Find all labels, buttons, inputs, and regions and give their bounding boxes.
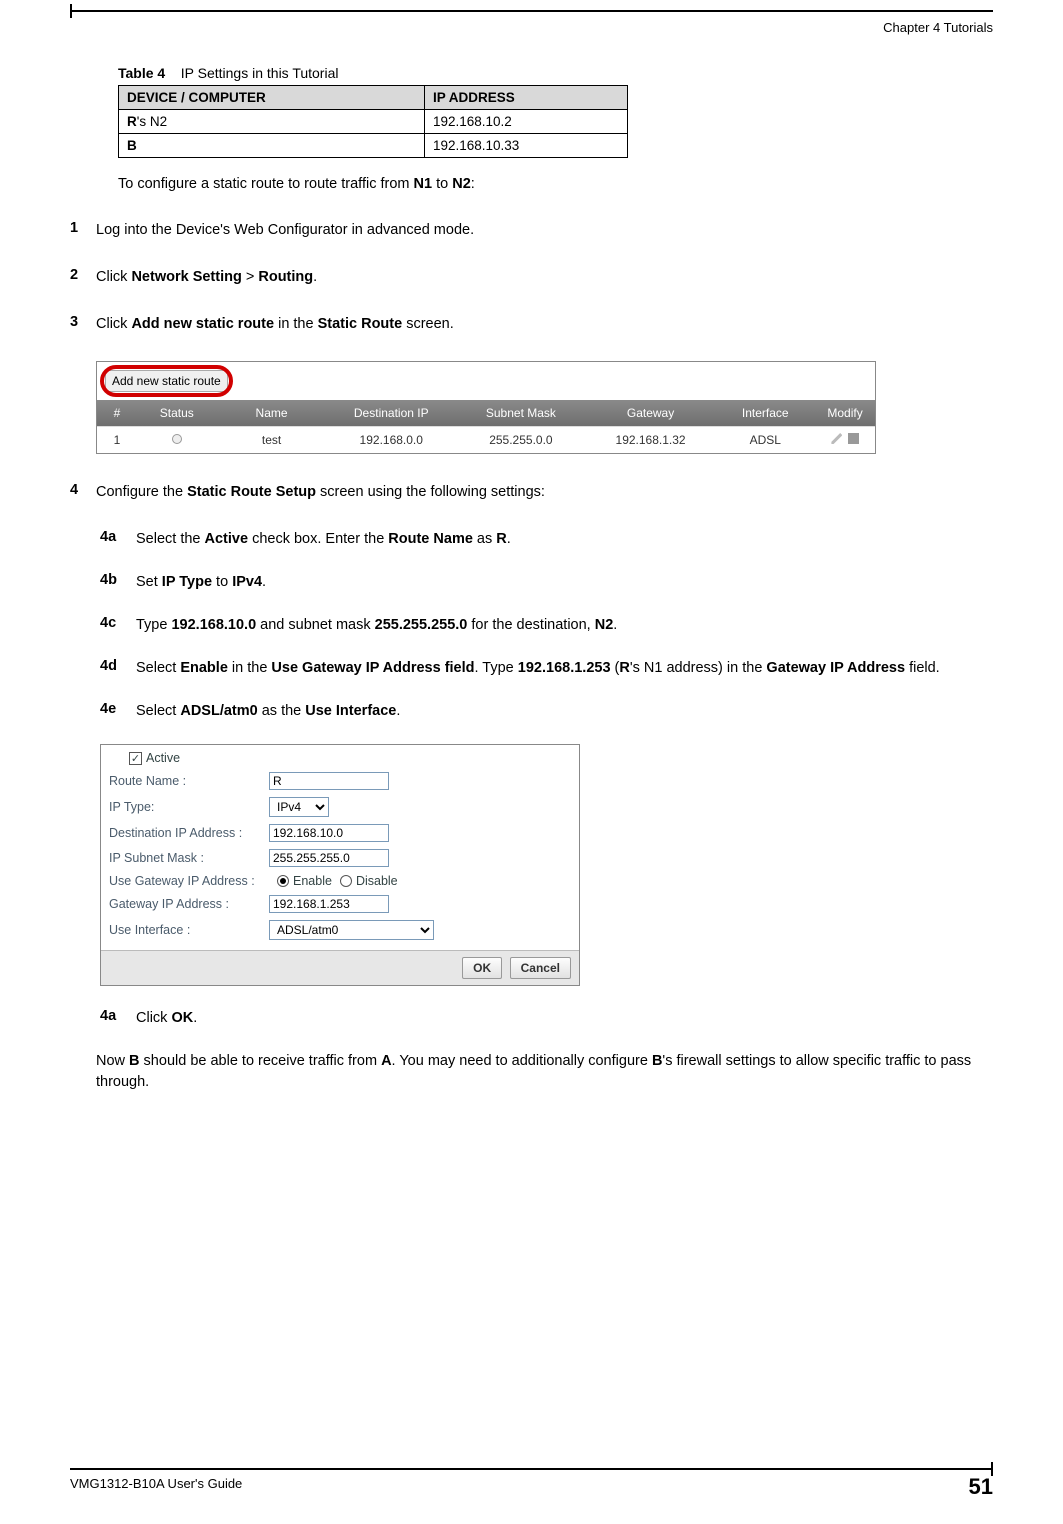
highlight-ring-icon: [100, 365, 233, 397]
step-4: 4 Configure the Static Route Setup scree…: [70, 482, 993, 503]
enable-radio[interactable]: [277, 875, 289, 887]
step-2: 2 Click Network Setting > Routing.: [70, 267, 993, 288]
table-label: Table 4: [118, 65, 165, 81]
status-bulb-icon[interactable]: [172, 434, 182, 444]
ok-button[interactable]: OK: [462, 957, 502, 979]
gw-ip-input[interactable]: [269, 895, 389, 913]
disable-radio[interactable]: [340, 875, 352, 887]
subnet-label: IP Subnet Mask :: [109, 851, 269, 865]
active-label: Active: [146, 751, 180, 765]
ip-type-select[interactable]: IPv4: [269, 797, 329, 817]
step-4c: 4c Type 192.168.10.0 and subnet mask 255…: [100, 615, 993, 636]
concluding-text: Now B should be able to receive traffic …: [96, 1051, 993, 1093]
static-route-list-screenshot: Add new static route # Status Name Desti…: [96, 361, 876, 454]
ip-settings-table: DEVICE / COMPUTER IP ADDRESS R's N2 192.…: [118, 85, 628, 158]
intro-text: To configure a static route to route tra…: [118, 176, 993, 192]
route-name-label: Route Name :: [109, 774, 269, 788]
use-interface-select[interactable]: ADSL/atm0: [269, 920, 434, 940]
use-if-label: Use Interface :: [109, 923, 269, 937]
step-4e: 4e Select ADSL/atm0 as the Use Interface…: [100, 701, 993, 722]
edit-icon[interactable]: [831, 433, 842, 444]
active-checkbox[interactable]: ✓: [129, 752, 142, 765]
col-device-header: DEVICE / COMPUTER: [119, 86, 425, 110]
footer-guide-title: VMG1312-B10A User's Guide: [70, 1476, 242, 1498]
col-ip-header: IP ADDRESS: [424, 86, 627, 110]
table-title: IP Settings in this Tutorial: [181, 65, 339, 81]
step-4a-ok: 4a Click OK.: [100, 1008, 993, 1029]
step-4a: 4a Select the Active check box. Enter th…: [100, 529, 993, 550]
page-footer: VMG1312-B10A User's Guide 51: [70, 1468, 993, 1498]
subnet-input[interactable]: [269, 849, 389, 867]
chapter-label: Chapter 4 Tutorials: [70, 20, 993, 35]
table-row: B 192.168.10.33: [119, 134, 628, 158]
static-route-setup-screenshot: ✓ Active Route Name : IP Type: IPv4: [100, 744, 580, 986]
page-number: 51: [969, 1476, 993, 1498]
step-3: 3 Click Add new static route in the Stat…: [70, 314, 993, 335]
table-caption: Table 4 IP Settings in this Tutorial: [118, 65, 993, 81]
cancel-button[interactable]: Cancel: [510, 957, 571, 979]
ip-type-label: IP Type:: [109, 800, 269, 814]
dialog-button-bar: OK Cancel: [101, 950, 579, 985]
step-4d: 4d Select Enable in the Use Gateway IP A…: [100, 658, 993, 679]
add-new-static-route-button[interactable]: Add new static route: [105, 370, 228, 392]
active-row: ✓ Active: [109, 751, 571, 765]
step-4b: 4b Set IP Type to IPv4.: [100, 572, 993, 593]
step-1: 1 Log into the Device's Web Configurator…: [70, 220, 993, 241]
table-row: R's N2 192.168.10.2: [119, 110, 628, 134]
dest-ip-label: Destination IP Address :: [109, 826, 269, 840]
route-table-header: # Status Name Destination IP Subnet Mask…: [97, 400, 875, 426]
gw-ip-label: Gateway IP Address :: [109, 897, 269, 911]
dest-ip-input[interactable]: [269, 824, 389, 842]
use-gw-label: Use Gateway IP Address :: [109, 874, 269, 888]
delete-icon[interactable]: [848, 433, 859, 444]
route-table-row: 1 test 192.168.0.0 255.255.0.0 192.168.1…: [97, 426, 875, 453]
route-name-input[interactable]: [269, 772, 389, 790]
